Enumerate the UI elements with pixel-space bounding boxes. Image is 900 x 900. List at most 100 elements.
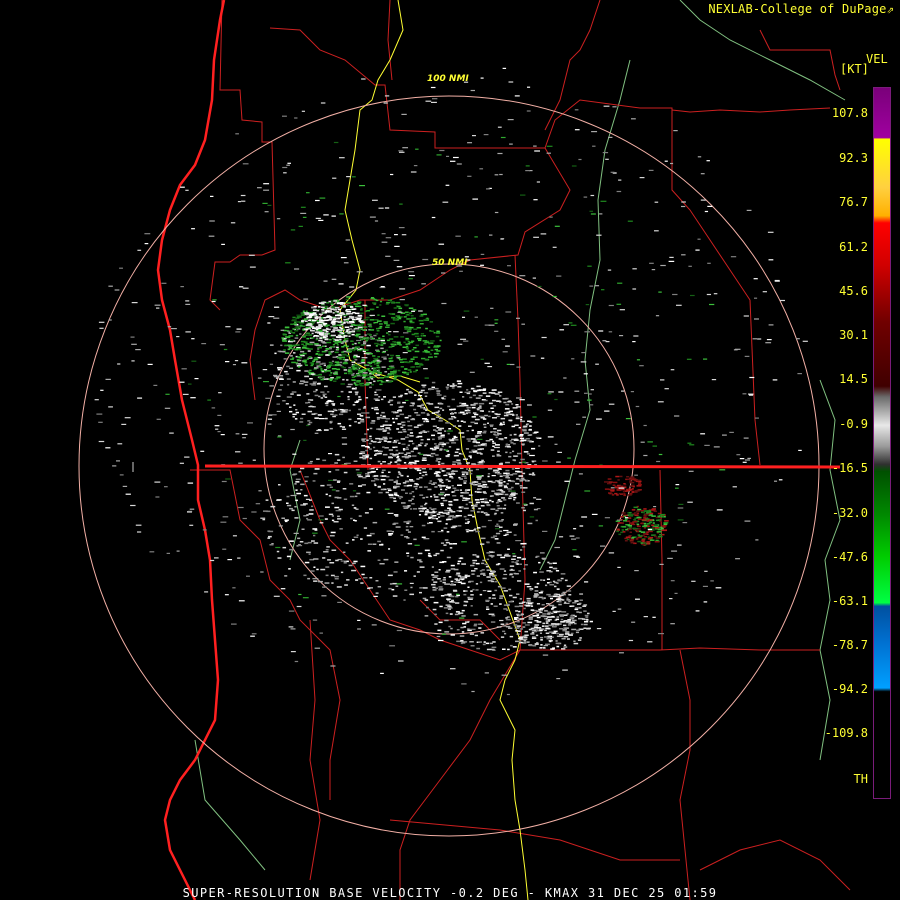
echo-pixel bbox=[298, 593, 302, 596]
echo-pixel bbox=[482, 483, 488, 486]
echo-pixel bbox=[402, 428, 406, 431]
echo-pixel bbox=[766, 339, 772, 341]
echo-pixel bbox=[416, 366, 421, 368]
echo-pixel bbox=[407, 520, 412, 523]
echo-pixel bbox=[416, 405, 421, 407]
echo-pixel bbox=[239, 286, 244, 288]
echo-pixel bbox=[312, 360, 315, 362]
echo-pixel bbox=[539, 632, 543, 634]
echo-pixel bbox=[306, 337, 310, 340]
echo-pixel bbox=[156, 307, 160, 309]
echo-pixel bbox=[623, 494, 626, 497]
echo-pixel bbox=[356, 362, 362, 365]
echo-pixel bbox=[629, 531, 632, 533]
echo-pixel bbox=[434, 387, 439, 390]
echo-pixel bbox=[524, 630, 529, 633]
echo-pixel bbox=[461, 631, 465, 633]
echo-pixel bbox=[516, 560, 520, 562]
echo-pixel bbox=[431, 381, 436, 384]
echo-pixel bbox=[677, 507, 684, 509]
echo-pixel bbox=[663, 523, 668, 525]
echo-pixel bbox=[488, 613, 495, 615]
echo-pixel bbox=[328, 471, 332, 473]
echo-pixel bbox=[348, 418, 352, 421]
echo-pixel bbox=[414, 362, 420, 365]
echo-pixel bbox=[312, 319, 317, 322]
echo-pixel bbox=[179, 381, 185, 383]
echo-pixel bbox=[275, 377, 279, 379]
echo-pixel bbox=[538, 592, 543, 594]
echo-pixel bbox=[397, 311, 403, 313]
echo-pixel bbox=[401, 502, 406, 504]
echo-pixel bbox=[479, 405, 482, 407]
echo-pixel bbox=[369, 435, 372, 438]
echo-pixel bbox=[646, 523, 651, 525]
echo-pixel bbox=[362, 326, 368, 328]
echo-pixel bbox=[703, 358, 708, 360]
echo-pixel bbox=[566, 590, 572, 592]
echo-pixel bbox=[444, 539, 449, 541]
echo-pixel bbox=[361, 361, 366, 364]
echo-pixel bbox=[376, 306, 379, 308]
echo-pixel bbox=[413, 408, 417, 411]
echo-pixel bbox=[681, 201, 686, 203]
echo-pixel bbox=[402, 482, 407, 484]
echo-pixel bbox=[358, 398, 362, 401]
echo-pixel bbox=[395, 301, 401, 304]
echo-pixel bbox=[242, 437, 246, 439]
echo-pixel bbox=[713, 446, 720, 448]
echo-pixel bbox=[324, 582, 330, 584]
echo-pixel bbox=[284, 575, 288, 577]
echo-pixel bbox=[542, 558, 545, 560]
echo-pixel bbox=[662, 525, 667, 527]
echo-pixel bbox=[439, 480, 442, 483]
echo-pixel bbox=[412, 356, 418, 358]
echo-pixel bbox=[474, 527, 477, 530]
echo-pixel bbox=[607, 269, 612, 271]
echo-pixel bbox=[520, 420, 525, 423]
echo-pixel bbox=[371, 420, 376, 422]
echo-pixel bbox=[505, 622, 509, 625]
echo-pixel bbox=[463, 604, 467, 607]
echo-pixel bbox=[688, 470, 694, 472]
echo-pixel bbox=[380, 425, 385, 428]
echo-pixel bbox=[503, 590, 508, 592]
echo-pixel bbox=[215, 428, 219, 430]
echo-pixel bbox=[458, 425, 462, 427]
echo-pixel bbox=[440, 504, 444, 507]
credit-label[interactable]: NEXLAB-College of DuPage⇗ bbox=[708, 2, 894, 16]
echo-pixel bbox=[287, 384, 290, 386]
echo-pixel bbox=[313, 374, 319, 376]
echo-pixel bbox=[224, 594, 229, 596]
echo-pixel bbox=[404, 456, 409, 459]
echo-pixel bbox=[508, 588, 512, 591]
echo-pixel bbox=[401, 113, 407, 115]
echo-pixel bbox=[499, 526, 503, 528]
echo-pixel bbox=[225, 326, 231, 328]
echo-pixel bbox=[374, 319, 379, 321]
echo-pixel bbox=[386, 324, 390, 326]
echo-pixel bbox=[505, 469, 510, 472]
echo-pixel bbox=[276, 410, 281, 412]
echo-pixel bbox=[463, 515, 467, 518]
echo-pixel bbox=[432, 586, 436, 589]
echo-pixel bbox=[391, 530, 395, 533]
echo-pixel bbox=[616, 489, 622, 491]
echo-pixel bbox=[521, 479, 526, 481]
echo-pixel bbox=[644, 536, 648, 538]
echo-pixel bbox=[522, 626, 526, 628]
echo-pixel bbox=[365, 397, 369, 399]
echo-pixel bbox=[473, 554, 476, 556]
echo-pixel bbox=[330, 350, 335, 353]
echo-pixel bbox=[514, 627, 520, 629]
echo-pixel bbox=[474, 422, 479, 425]
echo-pixel bbox=[450, 627, 453, 630]
echo-pixel bbox=[307, 462, 313, 464]
echo-pixel bbox=[509, 565, 515, 567]
echo-pixel bbox=[396, 629, 403, 632]
echo-pixel bbox=[279, 384, 284, 386]
echo-pixel bbox=[539, 647, 543, 649]
echo-pixel bbox=[296, 369, 301, 372]
echo-pixel bbox=[618, 487, 625, 489]
echo-pixel bbox=[465, 497, 471, 500]
